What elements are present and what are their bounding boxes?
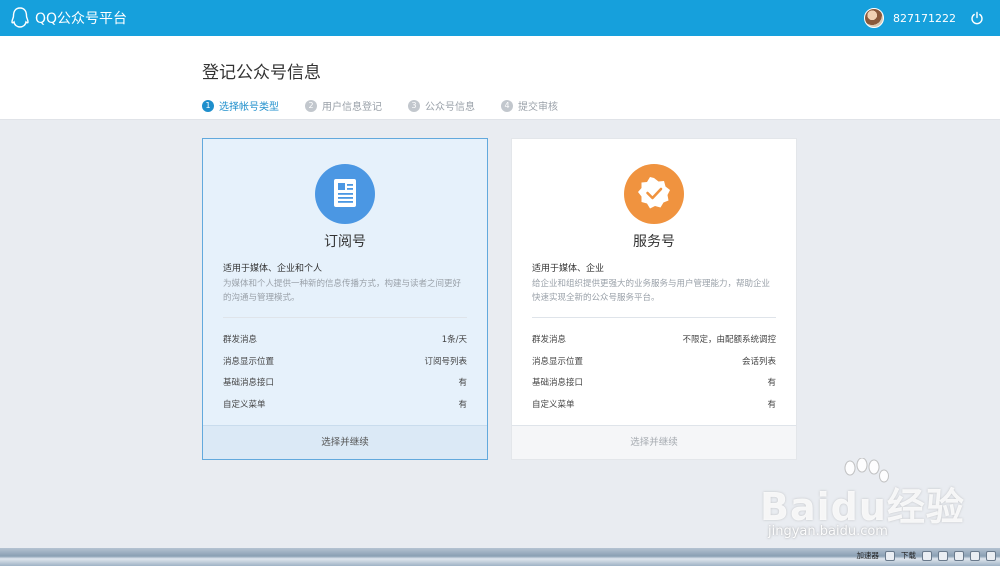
feature-list: 群发消息 1条/天 消息显示位置 订阅号列表 基础消息接口 有 自定义菜单 有 (223, 333, 467, 419)
step-label: 提交审核 (518, 102, 558, 113)
step-number: 2 (305, 99, 317, 112)
feature-name: 消息显示位置 (532, 356, 584, 367)
zoom-icon[interactable] (986, 550, 996, 561)
feature-row: 群发消息 1条/天 (223, 333, 467, 355)
feature-value: 订阅号列表 (424, 356, 467, 367)
tray-accelerator[interactable]: 加速器 (857, 550, 880, 561)
card-title: 订阅号 (324, 234, 366, 250)
step-1: 1 选择帐号类型 (202, 98, 279, 113)
watermark-url: jingyan.baidu.com (768, 524, 888, 539)
feature-name: 基础消息接口 (532, 378, 584, 388)
user-menu[interactable]: 827171222 (864, 8, 956, 28)
feature-row: 消息显示位置 会话列表 (532, 355, 776, 377)
feature-row: 自定义菜单 有 (532, 398, 776, 420)
feature-value: 不限定，由配额系统调控 (682, 335, 776, 345)
card-description: 为媒体和个人提供一种新的信息传播方式，构建与读者之间更好的沟通与管理模式。 (223, 279, 462, 303)
step-2: 2 用户信息登记 (305, 98, 382, 113)
taskbar: 加速器 下载 (0, 548, 1000, 566)
avatar[interactable] (864, 8, 884, 28)
step-label: 公众号信息 (425, 102, 475, 113)
feature-value: 会话列表 (741, 356, 776, 367)
feature-list: 群发消息 不限定，由配额系统调控 消息显示位置 会话列表 基础消息接口 有 自定… (532, 333, 776, 419)
feature-row: 基础消息接口 有 (532, 376, 776, 398)
feature-name: 基础消息接口 (223, 378, 275, 388)
card-description: 给企业和组织提供更强大的业务服务与用户管理能力，帮助企业快速实现全新的公众号服务… (532, 279, 771, 303)
divider (532, 317, 776, 318)
select-continue-button[interactable]: 选择并继续 (512, 425, 796, 459)
system-tray: 加速器 下载 (851, 550, 996, 561)
service-account-card[interactable]: 服务号 适用于媒体、企业 给企业和组织提供更强大的业务服务与用户管理能力，帮助企… (511, 138, 797, 460)
baidu-watermark: Baidu经验 jingyan.baidu.com (758, 458, 968, 548)
feature-row: 群发消息 不限定，由配额系统调控 (532, 333, 776, 355)
step-indicator: 1 选择帐号类型 2 用户信息登记 3 公众号信息 4 提交审核 (202, 98, 584, 113)
chat-icon[interactable] (970, 550, 980, 561)
feature-name: 群发消息 (223, 335, 258, 345)
step-label: 用户信息登记 (322, 102, 382, 113)
top-bar: QQ公众号平台 827171222 (0, 0, 1000, 36)
user-id: 827171222 (893, 11, 956, 25)
trash-icon[interactable] (938, 550, 948, 561)
volume-icon[interactable] (954, 550, 964, 561)
feature-value: 有 (767, 378, 776, 388)
page-header: 登记公众号信息 1 选择帐号类型 2 用户信息登记 3 公众号信息 4 提交审核 (0, 36, 1000, 120)
document-icon (315, 164, 375, 224)
card-audience: 适用于媒体、企业 (532, 264, 605, 274)
step-3: 3 公众号信息 (408, 98, 475, 113)
divider (223, 317, 467, 318)
subscription-account-card[interactable]: 订阅号 适用于媒体、企业和个人 为媒体和个人提供一种新的信息传播方式，构建与读者… (202, 138, 488, 460)
feature-value: 1条/天 (441, 335, 467, 345)
feature-value: 有 (767, 399, 776, 410)
tray-download[interactable]: 下载 (901, 550, 916, 561)
page-title: 登记公众号信息 (202, 63, 321, 83)
logo[interactable]: QQ公众号平台 (9, 6, 127, 30)
feature-name: 自定义菜单 (532, 399, 575, 410)
card-audience: 适用于媒体、企业和个人 (223, 264, 323, 274)
step-number: 3 (408, 99, 420, 112)
verified-badge-icon (624, 164, 684, 224)
download-icon[interactable] (885, 550, 895, 561)
watermark-text: Baidu经验 (760, 485, 965, 529)
card-title: 服务号 (633, 234, 675, 250)
step-number: 4 (501, 99, 513, 112)
app-title: QQ公众号平台 (35, 11, 128, 27)
step-number: 1 (202, 99, 214, 112)
step-4: 4 提交审核 (501, 98, 558, 113)
feature-value: 有 (458, 378, 467, 388)
step-label: 选择帐号类型 (219, 102, 279, 113)
feature-name: 群发消息 (532, 335, 567, 345)
qq-penguin-icon (11, 7, 29, 28)
feature-value: 有 (458, 399, 467, 410)
feature-row: 自定义菜单 有 (223, 398, 467, 420)
feature-row: 基础消息接口 有 (223, 376, 467, 398)
feature-name: 消息显示位置 (223, 356, 275, 367)
select-continue-button[interactable]: 选择并继续 (203, 425, 487, 459)
feature-name: 自定义菜单 (223, 399, 266, 410)
power-icon[interactable] (970, 11, 984, 25)
feature-row: 消息显示位置 订阅号列表 (223, 355, 467, 377)
screenshot-icon[interactable] (922, 550, 932, 561)
